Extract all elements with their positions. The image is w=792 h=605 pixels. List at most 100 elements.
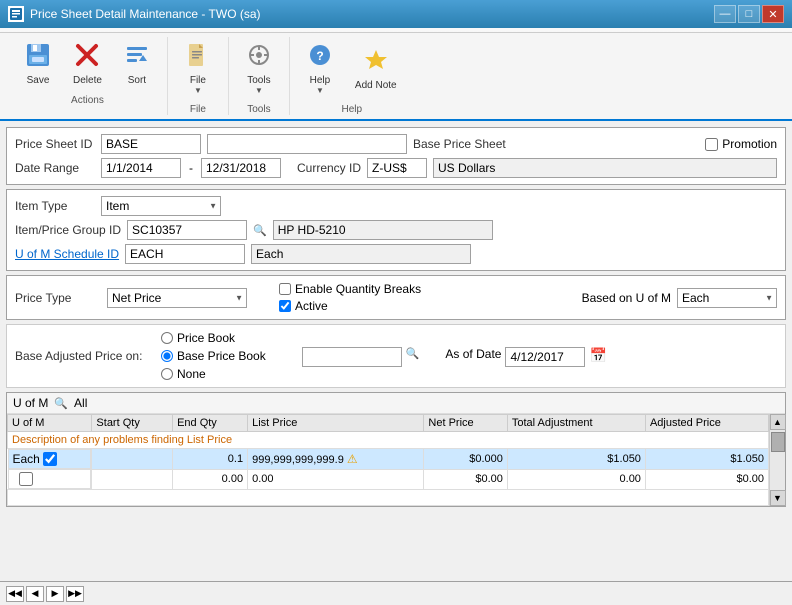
ribbon-group-help: ? Help ▼ Add Note Help <box>290 37 414 115</box>
promotion-checkbox[interactable] <box>705 138 718 151</box>
base-price-book-radio[interactable] <box>161 350 173 362</box>
col-uom: U of M <box>8 415 92 432</box>
nav-last-button[interactable]: ▶▶ <box>66 586 84 602</box>
col-end-qty: End Qty <box>173 415 248 432</box>
base-adjusted-label: Base Adjusted Price on: <box>15 349 155 363</box>
add-note-button[interactable]: Add Note <box>346 37 406 100</box>
help-dropdown-arrow: ▼ <box>316 86 324 95</box>
table-row[interactable]: Each 0.1 999,999,999,999.9 ⚠ $0.000 $1.0… <box>8 449 769 470</box>
row2-adj-price: $0.00 <box>645 469 768 490</box>
row1-adj-price: $1.050 <box>645 449 768 470</box>
col-adj-price: Adjusted Price <box>645 415 768 432</box>
date-to-input[interactable] <box>201 158 281 178</box>
as-of-date-input[interactable] <box>505 347 585 367</box>
col-total-adj: Total Adjustment <box>507 415 645 432</box>
table-scrollbar[interactable]: ▲ ▼ <box>769 414 785 506</box>
price-type-select[interactable]: Net Price <box>107 288 247 308</box>
uom-schedule-label[interactable]: U of M Schedule ID <box>15 247 119 261</box>
sort-button[interactable]: Sort <box>115 37 159 91</box>
col-net-price: Net Price <box>424 415 507 432</box>
warning-icon: ⚠ <box>347 452 358 466</box>
help-button[interactable]: ? Help ▼ <box>298 37 342 100</box>
currency-id-input[interactable] <box>367 158 427 178</box>
uom-search-icon[interactable]: 🔍 <box>54 397 68 410</box>
currency-name-input <box>433 158 777 178</box>
base-adjusted-radio-group: Price Book Base Price Book None <box>161 331 266 381</box>
table-row-empty <box>8 490 769 506</box>
window-controls[interactable]: — □ ✕ <box>714 5 784 23</box>
table-wrapper: U of M Start Qty End Qty List Price Net … <box>7 414 769 506</box>
save-icon <box>25 42 51 73</box>
ribbon: Save Delete Sort Actions <box>0 28 792 121</box>
price-book-radio[interactable] <box>161 332 173 344</box>
row1-total-adj: $1.050 <box>507 449 645 470</box>
base-price-sheet-label: Base Price Sheet <box>413 137 506 151</box>
add-note-label: Add Note <box>355 80 397 91</box>
price-sheet-id-label: Price Sheet ID <box>15 137 95 151</box>
sort-label: Sort <box>128 75 146 86</box>
row2-checkbox[interactable] <box>19 472 33 486</box>
base-price-sheet-input[interactable] <box>207 134 407 154</box>
row2-net-price: $0.00 <box>424 469 507 490</box>
row2-list-price: 0.00 <box>248 469 424 490</box>
app-icon <box>8 6 24 22</box>
price-book-field[interactable] <box>302 347 402 367</box>
uom-schedule-input[interactable] <box>125 244 245 264</box>
delete-label: Delete <box>73 75 102 86</box>
price-book-label: Price Book <box>177 331 235 345</box>
file-label: File <box>190 75 206 86</box>
help-icon: ? <box>307 42 333 73</box>
price-book-search-icon[interactable]: 🔍 <box>406 347 420 360</box>
all-label: All <box>74 396 87 410</box>
file-dropdown-arrow: ▼ <box>194 86 202 95</box>
row1-checkbox[interactable] <box>43 452 57 466</box>
file-icon <box>185 42 211 73</box>
window-title: Price Sheet Detail Maintenance - TWO (sa… <box>30 7 261 21</box>
scroll-thumb[interactable] <box>771 432 785 452</box>
nav-first-button[interactable]: ◀◀ <box>6 586 24 602</box>
file-button[interactable]: File ▼ <box>176 37 220 100</box>
item-price-group-label: Item/Price Group ID <box>15 223 121 237</box>
nav-next-button[interactable]: ▶ <box>46 586 64 602</box>
item-type-label: Item Type <box>15 199 95 213</box>
scroll-up-btn[interactable]: ▲ <box>770 414 786 430</box>
minimize-button[interactable]: — <box>714 5 736 23</box>
delete-button[interactable]: Delete <box>64 37 111 91</box>
scroll-down-btn[interactable]: ▼ <box>770 490 786 506</box>
price-sheet-id-input[interactable] <box>101 134 201 154</box>
calendar-icon[interactable]: 📅 <box>589 347 606 364</box>
row2-total-adj: 0.00 <box>507 469 645 490</box>
based-on-uom-select[interactable]: Each <box>677 288 777 308</box>
item-price-group-input[interactable] <box>127 220 247 240</box>
sort-icon <box>124 42 150 73</box>
status-message: Description of any problems finding List… <box>8 432 769 449</box>
none-label: None <box>177 367 206 381</box>
date-range-label: Date Range <box>15 161 95 175</box>
tools-button[interactable]: Tools ▼ <box>237 37 281 100</box>
tools-icon <box>246 42 272 73</box>
save-button[interactable]: Save <box>16 37 60 91</box>
add-note-icon <box>363 47 389 78</box>
item-type-select[interactable]: Item <box>101 196 221 216</box>
close-button[interactable]: ✕ <box>762 5 784 23</box>
ribbon-group-file: File ▼ File <box>168 37 229 115</box>
save-label: Save <box>27 75 50 86</box>
tools-dropdown-arrow: ▼ <box>255 86 263 95</box>
ribbon-group-tools: Tools ▼ Tools <box>229 37 290 115</box>
col-start-qty: Start Qty <box>92 415 173 432</box>
tools-label: Tools <box>247 75 270 86</box>
title-bar: Price Sheet Detail Maintenance - TWO (sa… <box>0 0 792 28</box>
date-from-input[interactable] <box>101 158 181 178</box>
svg-text:?: ? <box>316 49 323 63</box>
table-row[interactable]: 0.00 0.00 $0.00 0.00 $0.00 <box>8 469 769 490</box>
none-radio[interactable] <box>161 368 173 380</box>
enable-qty-breaks-checkbox[interactable] <box>279 283 291 295</box>
row2-end-qty: 0.00 <box>173 469 248 490</box>
active-checkbox[interactable] <box>279 300 291 312</box>
currency-id-label: Currency ID <box>297 161 361 175</box>
active-label: Active <box>295 299 328 313</box>
search-icon[interactable]: 🔍 <box>253 224 267 237</box>
maximize-button[interactable]: □ <box>738 5 760 23</box>
nav-prev-button[interactable]: ◀ <box>26 586 44 602</box>
base-adjusted-section: Base Adjusted Price on: Price Book Base … <box>6 324 786 388</box>
